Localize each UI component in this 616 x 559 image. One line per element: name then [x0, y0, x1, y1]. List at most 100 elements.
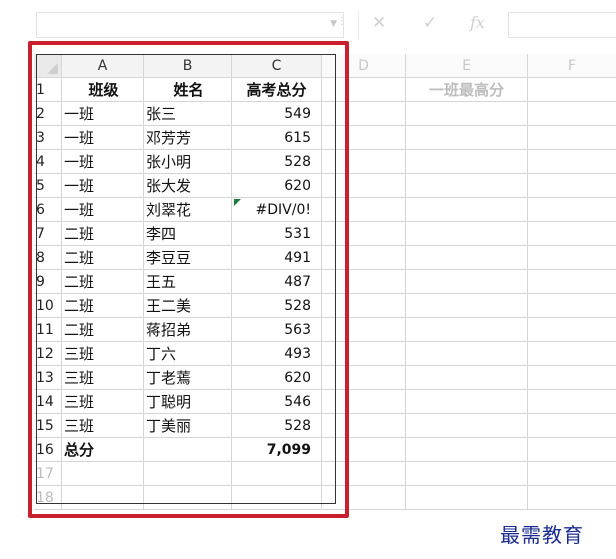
empty-cell[interactable]	[322, 174, 406, 198]
empty-cell[interactable]	[322, 222, 406, 246]
empty-cell[interactable]	[528, 150, 616, 174]
empty-cell[interactable]	[528, 390, 616, 414]
cell-name[interactable]: 丁聪明	[144, 390, 232, 414]
cell-name[interactable]: 王五	[144, 270, 232, 294]
empty-cell[interactable]	[322, 366, 406, 390]
empty-cell[interactable]	[528, 174, 616, 198]
cell-name[interactable]: 张三	[144, 102, 232, 126]
empty-cell[interactable]	[144, 486, 232, 510]
cell-e1[interactable]: 一班最高分	[406, 78, 528, 102]
error-indicator-icon[interactable]	[234, 199, 241, 206]
empty-cell[interactable]	[322, 198, 406, 222]
empty-cell[interactable]	[528, 486, 616, 510]
empty-cell[interactable]	[528, 198, 616, 222]
empty-cell[interactable]	[322, 414, 406, 438]
enter-icon[interactable]: ✓	[423, 13, 437, 33]
empty-cell[interactable]	[232, 462, 322, 486]
cell-score[interactable]: 528	[232, 414, 322, 438]
cell-class[interactable]: 二班	[62, 294, 144, 318]
cell-name[interactable]: 丁六	[144, 342, 232, 366]
cell-score[interactable]: 620	[232, 174, 322, 198]
column-header-c[interactable]: C	[232, 54, 322, 78]
empty-cell[interactable]	[144, 462, 232, 486]
row-number[interactable]: 3	[34, 126, 62, 150]
cell-name[interactable]: 邓芳芳	[144, 126, 232, 150]
empty-cell[interactable]	[322, 462, 406, 486]
empty-cell[interactable]	[528, 102, 616, 126]
empty-cell[interactable]	[322, 318, 406, 342]
empty-cell[interactable]	[322, 102, 406, 126]
empty-cell[interactable]	[528, 366, 616, 390]
empty-cell[interactable]	[322, 150, 406, 174]
empty-cell[interactable]	[406, 414, 528, 438]
cell-score[interactable]: 531	[232, 222, 322, 246]
empty-cell[interactable]	[322, 438, 406, 462]
column-header-b[interactable]: B	[144, 54, 232, 78]
empty-cell[interactable]	[406, 294, 528, 318]
empty-cell[interactable]	[322, 270, 406, 294]
empty-cell[interactable]	[406, 150, 528, 174]
cell-name[interactable]: 李豆豆	[144, 246, 232, 270]
empty-cell[interactable]	[62, 486, 144, 510]
cell-score[interactable]: 549	[232, 102, 322, 126]
name-box[interactable]: ▼	[36, 12, 344, 38]
row-number[interactable]: 1	[34, 78, 62, 102]
column-header-d[interactable]: D	[322, 54, 406, 78]
cell-class[interactable]: 一班	[62, 150, 144, 174]
row-number[interactable]: 14	[34, 390, 62, 414]
cell-class[interactable]: 一班	[62, 174, 144, 198]
cell-name[interactable]: 王二美	[144, 294, 232, 318]
empty-cell[interactable]	[406, 174, 528, 198]
column-header-a[interactable]: A	[62, 54, 144, 78]
row-number[interactable]: 17	[34, 462, 62, 486]
row-number[interactable]: 15	[34, 414, 62, 438]
cell-score[interactable]: 528	[232, 150, 322, 174]
row-number[interactable]: 13	[34, 366, 62, 390]
empty-cell[interactable]	[322, 294, 406, 318]
cell-score[interactable]: 487	[232, 270, 322, 294]
row-number[interactable]: 11	[34, 318, 62, 342]
column-header-f[interactable]: F	[528, 54, 616, 78]
empty-cell[interactable]	[528, 462, 616, 486]
cell-c1[interactable]: 高考总分	[232, 78, 322, 102]
cell-class[interactable]: 二班	[62, 270, 144, 294]
row-number[interactable]: 10	[34, 294, 62, 318]
empty-cell[interactable]	[406, 270, 528, 294]
empty-cell[interactable]	[528, 294, 616, 318]
cell-score[interactable]: 528	[232, 294, 322, 318]
empty-cell[interactable]	[528, 318, 616, 342]
cell-class[interactable]: 一班	[62, 126, 144, 150]
empty-cell[interactable]	[232, 486, 322, 510]
formula-input[interactable]	[508, 12, 616, 38]
row-number[interactable]: 2	[34, 102, 62, 126]
row-number[interactable]: 8	[34, 246, 62, 270]
cell-class[interactable]: 一班	[62, 198, 144, 222]
select-all-corner[interactable]	[34, 54, 62, 78]
row-number[interactable]: 5	[34, 174, 62, 198]
cell-score[interactable]: 620	[232, 366, 322, 390]
cell-class[interactable]: 三班	[62, 414, 144, 438]
cell-class[interactable]: 三班	[62, 366, 144, 390]
cell-name[interactable]: 蒋招弟	[144, 318, 232, 342]
empty-cell[interactable]	[528, 342, 616, 366]
empty-cell[interactable]	[322, 126, 406, 150]
row-number[interactable]: 18	[34, 486, 62, 510]
empty-cell[interactable]	[406, 438, 528, 462]
cell-class[interactable]: 三班	[62, 390, 144, 414]
cell-score[interactable]: 615	[232, 126, 322, 150]
cell-d1[interactable]	[322, 78, 406, 102]
empty-cell[interactable]	[406, 198, 528, 222]
empty-cell[interactable]	[322, 390, 406, 414]
empty-cell[interactable]	[528, 438, 616, 462]
cell-score[interactable]: 563	[232, 318, 322, 342]
cell-score[interactable]: 493	[232, 342, 322, 366]
chevron-down-icon[interactable]: ▼	[330, 19, 337, 29]
cell-class[interactable]: 二班	[62, 222, 144, 246]
empty-cell[interactable]	[322, 342, 406, 366]
cell-name[interactable]: 张大发	[144, 174, 232, 198]
cell-total-score[interactable]: 7,099	[232, 438, 322, 462]
empty-cell[interactable]	[406, 462, 528, 486]
empty-cell[interactable]	[528, 414, 616, 438]
cell-class[interactable]: 二班	[62, 318, 144, 342]
empty-cell[interactable]	[528, 270, 616, 294]
